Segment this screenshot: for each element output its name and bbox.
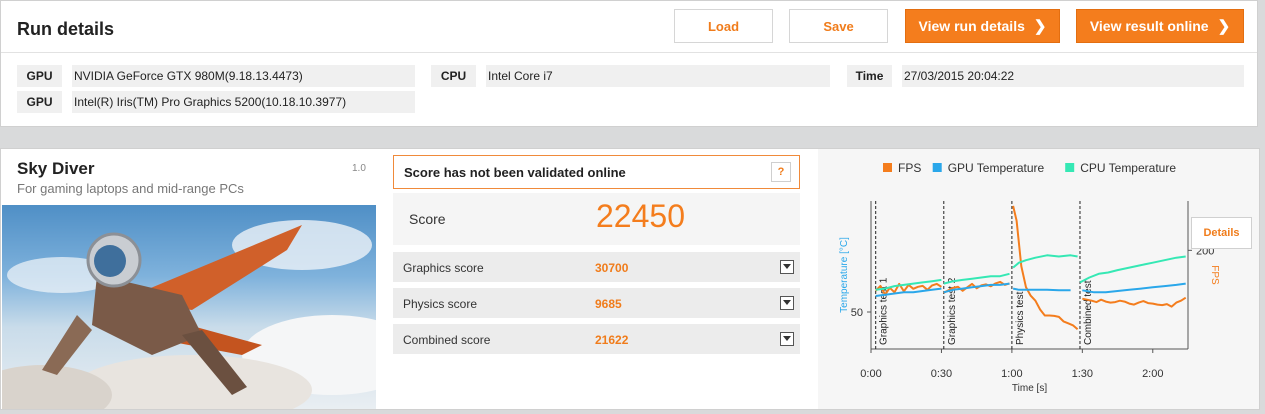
graphics-score-row[interactable]: Graphics score 30700 xyxy=(393,252,800,282)
legend-label: FPS xyxy=(898,161,921,175)
view-result-online-label: View result online xyxy=(1089,18,1209,34)
expand-dropdown-icon[interactable] xyxy=(780,296,794,310)
run-details-panel: Run details Load Save View run details ❯… xyxy=(0,0,1258,127)
x-tick-label: 0:00 xyxy=(860,368,881,380)
cpu-value: Intel Core i7 xyxy=(488,69,553,83)
view-result-online-button[interactable]: View result online ❯ xyxy=(1076,9,1244,43)
x-tick-label: 1:30 xyxy=(1072,368,1093,380)
section-label: Physics test xyxy=(1015,291,1026,345)
x-tick-label: 0:30 xyxy=(931,368,952,380)
graphics-score-value: 30700 xyxy=(595,261,629,275)
gpu-value: NVIDIA GeForce GTX 980M(9.18.13.4473) xyxy=(74,69,303,83)
score-value: 22450 xyxy=(596,198,685,234)
y-axis-label-right: FPS xyxy=(1209,265,1220,285)
time-label: Time xyxy=(847,65,892,87)
physics-score-row[interactable]: Physics score 9685 xyxy=(393,288,800,318)
score-label: Score xyxy=(409,211,446,227)
benchmark-panel: Sky Diver For gaming laptops and mid-ran… xyxy=(0,148,1260,410)
view-run-details-label: View run details xyxy=(918,18,1025,34)
gpu-label: GPU xyxy=(17,65,62,87)
overall-score: Score 22450 xyxy=(393,193,800,245)
save-button[interactable]: Save xyxy=(789,9,888,43)
legend-swatch xyxy=(1065,163,1075,172)
monitoring-chart: FPS GPU Temperature CPU Temperature 0:00 0:3… xyxy=(818,149,1259,409)
combined-score-value: 21622 xyxy=(595,333,629,347)
save-button-label: Save xyxy=(823,18,854,34)
benchmark-version: 1.0 xyxy=(352,163,366,174)
benchmark-subtitle: For gaming laptops and mid-range PCs xyxy=(17,181,244,196)
load-button[interactable]: Load xyxy=(674,9,773,43)
details-button-label: Details xyxy=(1203,227,1240,239)
chevron-right-icon: ❯ xyxy=(1217,18,1231,35)
legend-swatch xyxy=(932,163,942,172)
combined-score-row[interactable]: Combined score 21622 xyxy=(393,324,800,354)
gpu-label: GPU xyxy=(17,91,62,113)
x-tick-label: 2:00 xyxy=(1142,368,1163,380)
benchmark-name: Sky Diver xyxy=(17,159,95,178)
cpu-info-row: CPU Intel Core i7 xyxy=(431,65,830,87)
series-line xyxy=(874,205,1187,331)
view-run-details-button[interactable]: View run details ❯ xyxy=(905,9,1060,43)
gpu-info-row: GPU Intel(R) Iris(TM) Pro Graphics 5200(… xyxy=(17,91,415,113)
header-divider xyxy=(1,52,1257,53)
physics-score-value: 9685 xyxy=(595,297,622,311)
cpu-label: CPU xyxy=(431,65,476,87)
legend-swatch xyxy=(883,163,892,172)
y-tick-label-left: 50 xyxy=(851,307,863,319)
run-details-title: Run details xyxy=(17,19,115,39)
legend-label: GPU Temperature xyxy=(948,161,1045,175)
x-tick-label: 1:00 xyxy=(1001,368,1022,380)
expand-dropdown-icon[interactable] xyxy=(780,260,794,274)
time-info-row: Time 27/03/2015 20:04:22 xyxy=(847,65,1244,87)
time-value: 27/03/2015 20:04:22 xyxy=(904,69,1015,83)
skydiver-illustration xyxy=(2,220,376,409)
monitoring-chart-svg: FPS GPU Temperature CPU Temperature 0:00 0:3… xyxy=(839,161,1220,394)
load-button-label: Load xyxy=(707,18,740,34)
x-axis-label: Time [s] xyxy=(1012,383,1047,394)
gpu-value: Intel(R) Iris(TM) Pro Graphics 5200(10.1… xyxy=(74,95,347,109)
y-axis-label-left: Temperature [°C] xyxy=(839,237,850,313)
help-button[interactable]: ? xyxy=(771,162,791,182)
gpu-info-row: GPU NVIDIA GeForce GTX 980M(9.18.13.4473… xyxy=(17,65,415,87)
details-button[interactable]: Details xyxy=(1191,217,1252,249)
chevron-right-icon: ❯ xyxy=(1033,18,1047,35)
series-line xyxy=(875,254,1186,291)
graphics-score-label: Graphics score xyxy=(403,261,484,275)
validation-text: Score has not been validated online xyxy=(404,165,626,180)
physics-score-label: Physics score xyxy=(403,297,478,311)
expand-dropdown-icon[interactable] xyxy=(780,332,794,346)
legend-label: CPU Temperature xyxy=(1080,161,1176,175)
validation-notice: Score has not been validated online ? xyxy=(393,155,800,189)
combined-score-label: Combined score xyxy=(403,333,491,347)
benchmark-artwork xyxy=(2,205,376,409)
